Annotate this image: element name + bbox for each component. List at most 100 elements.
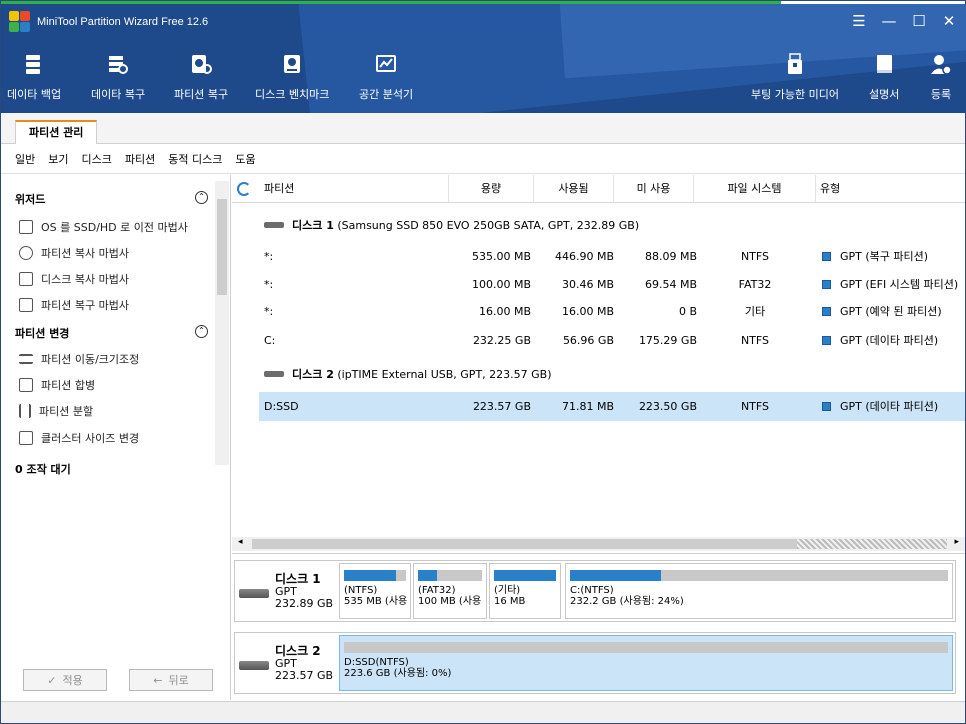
disk-benchmark-button[interactable]: 디스크 벤치마크: [255, 52, 329, 102]
menu-partition[interactable]: 파티션: [125, 151, 155, 167]
sidebar-scrollbar[interactable]: [215, 181, 229, 465]
manual-button[interactable]: 설명서: [869, 52, 899, 102]
col-type[interactable]: 유형: [816, 175, 965, 203]
cell-used: 30.46 MB: [561, 278, 614, 291]
partition-type-icon: [822, 402, 831, 411]
menu-dynamic-disk[interactable]: 동적 디스크: [168, 151, 222, 167]
hscroll-thumb[interactable]: [252, 539, 797, 549]
table-row[interactable]: *: 535.00 MB 446.90 MB 88.09 MB NTFS GPT…: [259, 244, 965, 270]
cell-filesystem: FAT32: [738, 278, 772, 291]
tab-partition-management[interactable]: 파티션 관리: [15, 120, 98, 145]
col-unused[interactable]: 미 사용: [614, 175, 694, 203]
data-recovery-icon: [106, 52, 130, 76]
partition-fs: (기타): [494, 585, 521, 596]
col-filesystem[interactable]: 파일 시스템: [694, 175, 816, 203]
sidebar-item-merge[interactable]: 파티션 합병: [19, 377, 95, 393]
scroll-right-icon[interactable]: ▸: [954, 537, 959, 547]
action-sidebar: 위저드 ⌃ OS 를 SSD/HD 로 이전 마법사 파티션 복사 마법사 디스…: [1, 175, 231, 700]
col-used[interactable]: 사용됨: [534, 175, 614, 203]
disk-map-partition[interactable]: C:(NTFS) 232.2 GB (사용됨: 24%): [565, 563, 953, 619]
disk-map-disk-1[interactable]: 디스크 1 GPT 232.89 GB (NTFS) 535 MB (사용 (FA…: [234, 560, 956, 622]
disk-map-partition[interactable]: (NTFS) 535 MB (사용: [339, 563, 411, 619]
menu-bar: 일반 보기 디스크 파티션 동적 디스크 도움: [1, 144, 965, 174]
partition-type-icon: [822, 252, 831, 261]
menu-view[interactable]: 보기: [48, 151, 68, 167]
cell-unused: 175.29 GB: [638, 334, 697, 347]
partition-recovery-label: 파티션 복구: [174, 88, 229, 101]
partition-size: 232.2 GB (사용됨: 24%): [570, 596, 684, 607]
col-capacity[interactable]: 용량: [449, 175, 534, 203]
partition-type-icon: [822, 280, 831, 289]
col-partition[interactable]: 파티션: [264, 175, 449, 203]
data-recovery-button[interactable]: 데이타 복구: [91, 52, 145, 102]
disk-map-partition-selected[interactable]: D:SSD(NTFS) 223.6 GB (사용됨: 0%): [339, 635, 953, 691]
copy-partition-icon: [19, 246, 33, 260]
pending-operations: 0 조작 대기: [15, 463, 71, 476]
partition-recovery-wizard-icon: [19, 298, 33, 312]
sidebar-item-copy-disk[interactable]: 디스크 복사 마법사: [19, 271, 129, 287]
partition-size: 223.6 GB (사용됨: 0%): [344, 668, 452, 679]
disk-map-name: 디스크 2: [275, 644, 321, 658]
table-row[interactable]: C: 232.25 GB 56.96 GB 175.29 GB NTFS GPT…: [259, 328, 965, 354]
toolbar: 데이타 백업 데이타 복구 파티션 복구 디스크 벤치마크 공간 분석기 부팅 …: [1, 52, 966, 110]
disk-map-partition[interactable]: (기타) 16 MB: [489, 563, 561, 619]
cell-used: 446.90 MB: [554, 250, 614, 263]
book-icon: [872, 52, 896, 76]
register-button[interactable]: 등록: [929, 52, 953, 102]
tab-bar: 파티션 관리: [1, 113, 965, 145]
sidebar-item-move-resize[interactable]: 파티션 이동/크기조정: [19, 351, 139, 367]
table-row[interactable]: *: 16.00 MB 16.00 MB 0 B 기타 GPT (예약 된 파티…: [259, 299, 965, 325]
collapse-wizard-icon[interactable]: ⌃: [195, 191, 208, 204]
sidebar-item-cluster-size[interactable]: 클러스터 사이즈 변경: [19, 430, 139, 446]
partition-size: 535 MB (사용: [344, 596, 408, 607]
disk-map-partition[interactable]: (FAT32) 100 MB (사용: [413, 563, 487, 619]
partition-fs: D:SSD(NTFS): [344, 657, 409, 668]
table-row-selected[interactable]: D:SSD 223.57 GB 71.81 MB 223.50 GB NTFS …: [259, 392, 965, 421]
scroll-left-icon[interactable]: ◂: [238, 537, 243, 547]
collapse-change-icon[interactable]: ⌃: [195, 325, 208, 338]
change-section-title: 파티션 변경: [15, 327, 70, 340]
space-analyzer-icon: [374, 52, 398, 76]
disk-benchmark-label: 디스크 벤치마크: [255, 88, 330, 101]
maximize-button[interactable]: ☐: [911, 12, 927, 30]
disk-2-header[interactable]: 디스크 2 (ipTIME External USB, GPT, 223.57 …: [264, 364, 552, 384]
cell-capacity: 223.57 GB: [472, 400, 531, 413]
table-hscrollbar[interactable]: ◂ ▸: [232, 537, 965, 551]
bootable-media-label: 부팅 가능한 미디어: [751, 88, 839, 101]
menu-disk[interactable]: 디스크: [82, 151, 112, 167]
undo-button[interactable]: ← 뒤로: [129, 669, 213, 691]
cell-filesystem: 기타: [744, 305, 766, 318]
sidebar-item-label: 파티션 복사 마법사: [41, 247, 129, 260]
register-label: 등록: [930, 88, 952, 101]
undo-label: 뒤로: [168, 674, 189, 687]
space-analyzer-button[interactable]: 공간 분석기: [359, 52, 413, 102]
data-backup-button[interactable]: 데이타 백업: [7, 52, 61, 102]
refresh-icon[interactable]: [237, 182, 251, 196]
manual-label: 설명서: [869, 88, 900, 101]
disk-map-disk-2[interactable]: 디스크 2 GPT 223.57 GB D:SSD(NTFS) 223.6 GB …: [234, 632, 956, 694]
menu-icon[interactable]: ☰: [851, 12, 867, 30]
disk-1-header[interactable]: 디스크 1 (Samsung SSD 850 EVO 250GB SATA, G…: [264, 215, 639, 235]
sidebar-scroll-thumb[interactable]: [217, 199, 227, 295]
wizard-section-title: 위저드: [15, 193, 46, 206]
table-row[interactable]: *: 100.00 MB 30.46 MB 69.54 MB FAT32 GPT…: [259, 272, 965, 298]
partition-size: 16 MB: [494, 596, 526, 607]
copy-disk-icon: [19, 272, 33, 286]
sidebar-item-split[interactable]: 파티션 분할: [19, 403, 93, 419]
disk-desc: (ipTIME External USB, GPT, 223.57 GB): [337, 368, 552, 381]
minimize-button[interactable]: —: [881, 12, 897, 30]
menu-help[interactable]: 도움: [235, 151, 255, 167]
window-title: MiniTool Partition Wizard Free 12.6: [37, 16, 209, 28]
menu-general[interactable]: 일반: [15, 151, 35, 167]
partition-recovery-button[interactable]: 파티션 복구: [174, 52, 228, 102]
cell-partition: *:: [264, 305, 274, 318]
close-button[interactable]: ✕: [941, 12, 957, 30]
user-add-icon: [929, 52, 953, 76]
sidebar-item-migrate-os[interactable]: OS 를 SSD/HD 로 이전 마법사: [19, 219, 188, 235]
sidebar-item-partition-recovery[interactable]: 파티션 복구 마법사: [19, 297, 129, 313]
sidebar-item-copy-partition[interactable]: 파티션 복사 마법사: [19, 245, 129, 261]
apply-button[interactable]: ✓ 적용: [23, 669, 107, 691]
bootable-media-button[interactable]: 부팅 가능한 미디어: [751, 52, 839, 102]
sidebar-item-label: OS 를 SSD/HD 로 이전 마법사: [41, 221, 188, 234]
sidebar-item-label: 파티션 복구 마법사: [41, 299, 129, 312]
